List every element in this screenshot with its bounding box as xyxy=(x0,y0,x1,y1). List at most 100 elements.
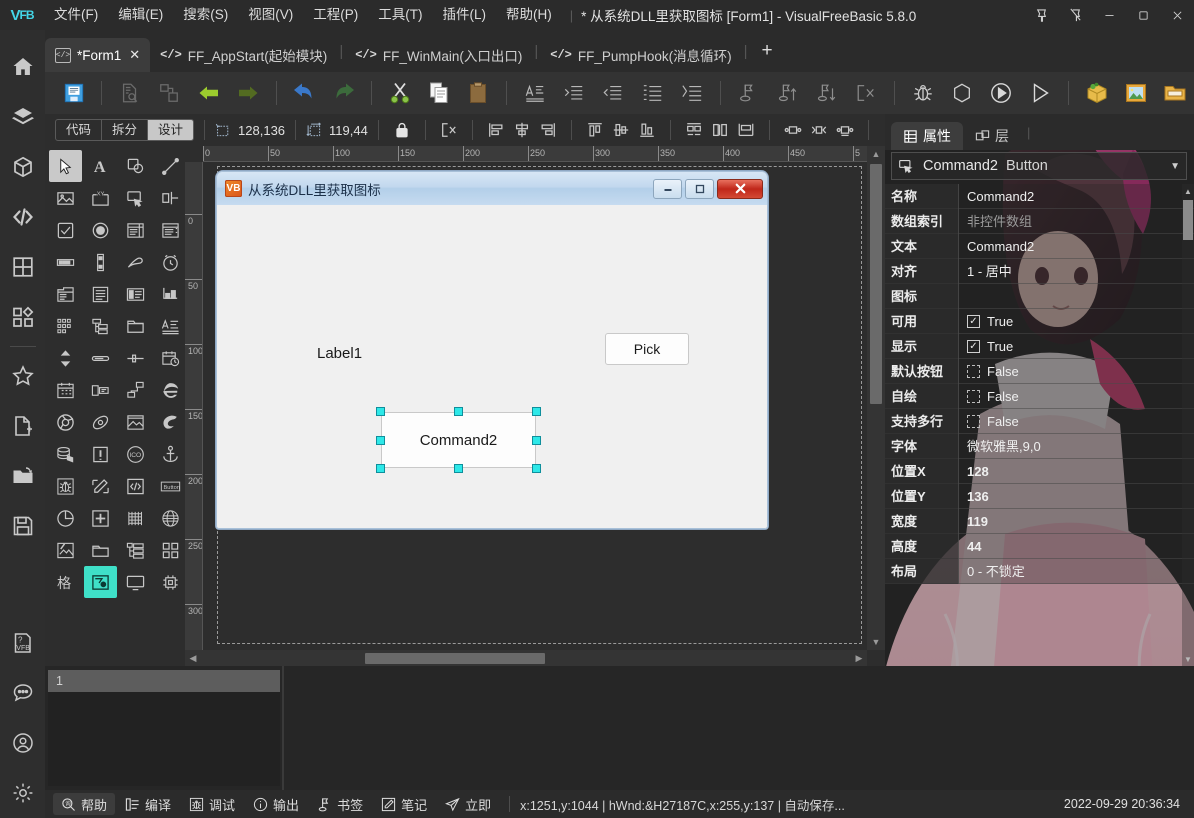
bookmark-icon[interactable] xyxy=(730,76,767,110)
pin-button[interactable] xyxy=(1024,0,1058,30)
trackbar-icon[interactable] xyxy=(84,342,117,374)
shuffle-icon[interactable] xyxy=(673,76,710,110)
menu-edit[interactable]: 编辑(E) xyxy=(108,0,173,30)
undo-icon[interactable] xyxy=(286,76,323,110)
scroll-up-icon[interactable]: ▲ xyxy=(1182,184,1194,198)
star-icon[interactable] xyxy=(0,351,45,401)
add-icon[interactable] xyxy=(84,502,117,534)
property-row-name[interactable]: 名称 Command2 xyxy=(885,184,1194,209)
radio-icon[interactable] xyxy=(84,214,117,246)
cube-icon[interactable] xyxy=(0,142,45,192)
menu-file[interactable]: 文件(F) xyxy=(44,0,108,30)
image-viewer-icon[interactable] xyxy=(119,406,152,438)
same-size-icon[interactable] xyxy=(681,117,707,143)
print-preview-icon[interactable] xyxy=(111,76,148,110)
close-button[interactable] xyxy=(1160,0,1194,30)
treelist-icon[interactable] xyxy=(119,534,152,566)
bottom-output-panel[interactable] xyxy=(285,666,1194,790)
resize-handle-n[interactable] xyxy=(454,407,463,416)
tiles-icon[interactable] xyxy=(154,534,187,566)
paste-icon[interactable] xyxy=(460,76,497,110)
resource-image-icon[interactable] xyxy=(1117,76,1154,110)
view-mode-split[interactable]: 拆分 xyxy=(102,120,149,140)
tab-ff-winmain[interactable]: </> FF_WinMain(入口出口) xyxy=(345,38,532,72)
tab-close-icon[interactable]: ✕ xyxy=(129,47,140,63)
resize-handle-se[interactable] xyxy=(532,464,541,473)
new-file-icon[interactable] xyxy=(0,401,45,451)
format-text-icon[interactable] xyxy=(516,76,553,110)
resize-handle-w[interactable] xyxy=(376,436,385,445)
bottom-list-panel[interactable]: 1 xyxy=(48,670,280,786)
scroll-down-icon[interactable]: ▼ xyxy=(867,634,885,650)
property-row-position-y[interactable]: 位置Y 136 xyxy=(885,483,1194,509)
property-value[interactable]: 微软雅黑,9,0 xyxy=(959,433,1194,459)
grid-icon[interactable] xyxy=(49,310,82,342)
settings-gear-icon[interactable] xyxy=(0,768,45,818)
button-label-icon[interactable]: Button xyxy=(154,470,187,502)
property-value[interactable]: Command2 xyxy=(959,184,1194,209)
forward-arrow-icon[interactable] xyxy=(229,76,266,110)
chat-icon[interactable] xyxy=(0,668,45,718)
status-help-button[interactable]: 询 帮助 xyxy=(53,793,116,815)
checkbox-checked-icon[interactable]: ✓ xyxy=(967,314,980,328)
chip-icon[interactable] xyxy=(154,566,187,598)
cell-icon[interactable]: 格 xyxy=(49,566,82,598)
layout-icon[interactable] xyxy=(151,76,188,110)
lock-icon[interactable] xyxy=(389,117,415,143)
globe-mesh-icon[interactable] xyxy=(154,502,187,534)
property-value[interactable]: Command2 xyxy=(959,233,1194,259)
scroll-up-icon[interactable]: ▲ xyxy=(867,146,885,162)
checkbox-unchecked-icon[interactable] xyxy=(967,414,980,428)
designer-vscrollbar[interactable]: ▲ ▼ xyxy=(867,146,885,650)
tab-layers[interactable]: 层 xyxy=(963,122,1021,150)
form-close-button[interactable] xyxy=(717,178,763,199)
property-row-icon[interactable]: 图标 xyxy=(885,283,1194,309)
resize-handle-nw[interactable] xyxy=(376,407,385,416)
run-icon[interactable] xyxy=(982,76,1019,110)
toolbar-icon[interactable] xyxy=(119,278,152,310)
bookmark-up-icon[interactable] xyxy=(769,76,806,110)
property-value[interactable]: 非控件数组 xyxy=(959,208,1194,234)
property-row-width[interactable]: 宽度 119 xyxy=(885,508,1194,534)
code-tag-icon[interactable] xyxy=(119,470,152,502)
property-row-text[interactable]: 文本 Command2 xyxy=(885,233,1194,259)
align-top-icon[interactable] xyxy=(582,117,608,143)
tab-icon[interactable] xyxy=(49,278,82,310)
open-folder-icon[interactable] xyxy=(0,451,45,501)
tab-form1[interactable]: </> *Form1 ✕ xyxy=(45,38,151,72)
draw-pen-icon[interactable] xyxy=(84,470,117,502)
form-preview-window[interactable]: VB 从系统DLL里获取图标 Label1 Pick Command2 xyxy=(216,171,768,529)
bookmark-down-icon[interactable] xyxy=(808,76,845,110)
webview-icon[interactable] xyxy=(84,406,117,438)
space-equal-icon[interactable] xyxy=(806,117,832,143)
view-mode-design[interactable]: 设计 xyxy=(148,120,194,140)
property-row-ownerdraw[interactable]: 自绘 False xyxy=(885,383,1194,409)
tab-ff-pumphook[interactable]: </> FF_PumpHook(消息循环) xyxy=(540,38,741,72)
picture-box-icon[interactable] xyxy=(119,150,152,182)
form-client-area[interactable]: Label1 Pick Command2 xyxy=(216,205,768,529)
window-icon[interactable] xyxy=(84,534,117,566)
property-row-array-index[interactable]: 数组索引 非控件数组 xyxy=(885,208,1194,234)
richtext-icon[interactable] xyxy=(84,278,117,310)
resize-handle-sw[interactable] xyxy=(376,464,385,473)
form-command2-button[interactable]: Command2 xyxy=(381,412,536,468)
text-label-icon[interactable]: A xyxy=(84,150,117,182)
scroll-left-icon[interactable]: ◀ xyxy=(185,650,201,666)
line-icon[interactable] xyxy=(154,150,187,182)
cut-icon[interactable] xyxy=(381,76,418,110)
resize-handle-s[interactable] xyxy=(454,464,463,473)
database-icon[interactable] xyxy=(49,438,82,470)
statusbar-icon[interactable] xyxy=(154,278,187,310)
view-mode-code[interactable]: 代码 xyxy=(56,120,103,140)
property-row-position-x[interactable]: 位置X 128 xyxy=(885,458,1194,484)
form-maximize-button[interactable] xyxy=(685,178,714,199)
save-icon[interactable] xyxy=(0,501,45,551)
property-value[interactable] xyxy=(959,283,1194,309)
property-row-layout[interactable]: 布局 0 - 不锁定 xyxy=(885,558,1194,584)
timer-icon[interactable] xyxy=(154,246,187,278)
properties-scroll-thumb[interactable] xyxy=(1183,200,1193,240)
image-icon[interactable] xyxy=(49,182,82,214)
list-icon[interactable] xyxy=(634,76,671,110)
debug-bug-icon[interactable] xyxy=(904,76,941,110)
active-control-icon[interactable] xyxy=(84,566,117,598)
